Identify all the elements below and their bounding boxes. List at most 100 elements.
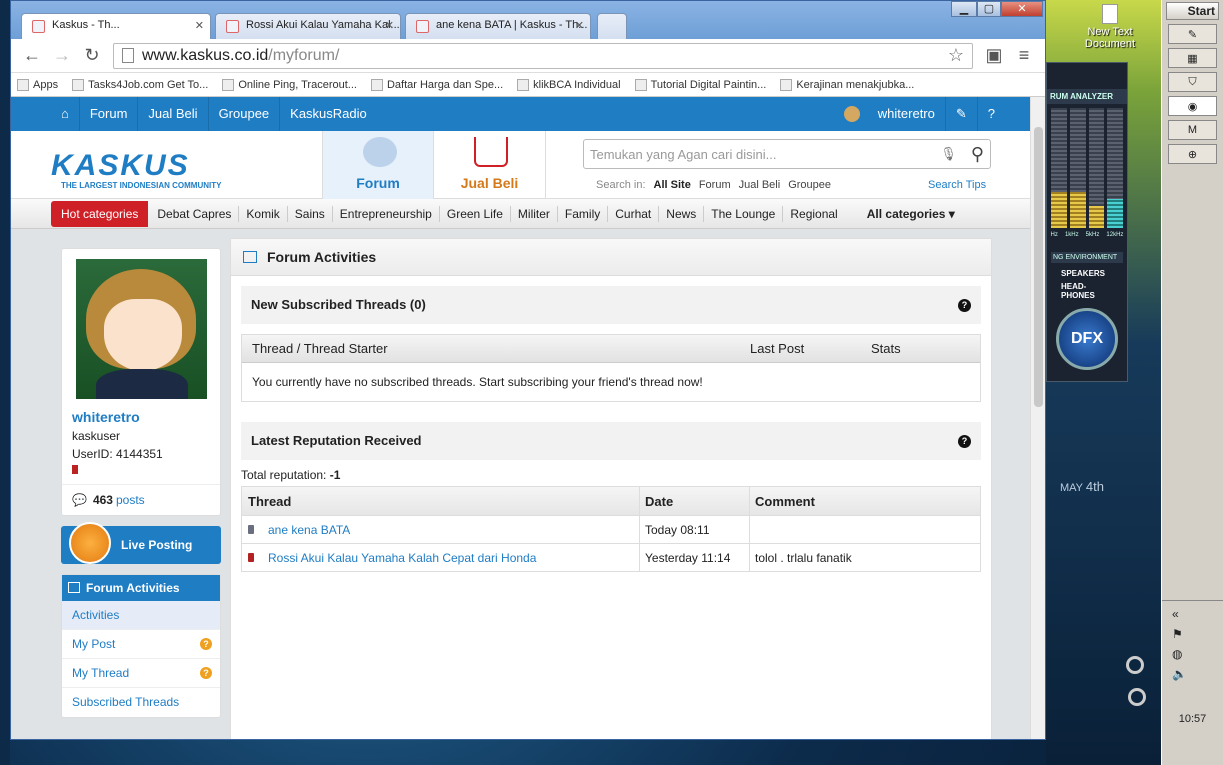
quicklaunch-m-icon[interactable]: M xyxy=(1168,120,1217,140)
kaskus-favicon-icon xyxy=(416,20,429,33)
nav-groupee[interactable]: Groupee xyxy=(209,97,281,131)
maximize-button[interactable]: ▢ xyxy=(977,1,1001,17)
bookmark-item[interactable]: Daftar Harga dan Spe... xyxy=(370,78,503,91)
search-icon[interactable]: ⚲ xyxy=(971,144,984,165)
desktop-left-strip xyxy=(0,0,10,765)
bookmark-item[interactable]: Kerajinan menakjubka... xyxy=(780,78,914,91)
quicklaunch-pencil-icon[interactable]: ✎ xyxy=(1168,24,1217,44)
bookmark-item[interactable]: Online Ping, Tracerout... xyxy=(222,78,357,91)
browser-tab[interactable]: ane kena BATA | Kaskus - Th... ✕ xyxy=(405,13,591,39)
nav-kaskusradio[interactable]: KaskusRadio xyxy=(280,97,377,131)
tab-close-icon[interactable]: ✕ xyxy=(195,19,204,32)
analyzer-bar xyxy=(1107,108,1123,228)
tray-expand-icon[interactable]: « xyxy=(1172,607,1213,621)
back-arrow-icon[interactable]: ← xyxy=(17,45,47,66)
category-link[interactable]: Curhat xyxy=(608,205,660,222)
search-scope-allsite[interactable]: All Site xyxy=(654,179,691,191)
all-categories-dropdown[interactable]: All categories ▾ xyxy=(867,207,955,221)
category-link[interactable]: Entrepreneurship xyxy=(333,205,440,222)
quicklaunch-network-icon[interactable]: ⊕ xyxy=(1168,144,1217,164)
nav-jualbeli[interactable]: Jual Beli xyxy=(138,97,209,131)
help-icon[interactable]: ? xyxy=(200,638,212,650)
search-tips-link[interactable]: Search Tips xyxy=(928,179,986,191)
browser-tab[interactable]: Rossi Akui Kalau Yamaha Kal... ✕ xyxy=(215,13,401,39)
main-panel: Forum Activities New Subscribed Threads … xyxy=(230,238,992,739)
search-scope-forum[interactable]: Forum xyxy=(699,179,731,191)
nav-username[interactable]: whiteretro xyxy=(868,97,946,131)
bookmark-item[interactable]: Tasks4Job.com Get To... xyxy=(72,78,208,91)
gear-icon[interactable] xyxy=(1128,688,1146,706)
category-link[interactable]: Militer xyxy=(511,205,558,222)
scrollbar-thumb[interactable] xyxy=(1034,127,1043,407)
volume-icon[interactable]: 🔈 xyxy=(1172,667,1213,681)
tab-close-icon[interactable]: ✕ xyxy=(575,19,584,32)
address-bar[interactable]: www.kaskus.co.id/myforum/ ☆ xyxy=(113,42,973,69)
page-scrollbar[interactable] xyxy=(1030,97,1045,739)
browser-toolbar: ← → ↻ www.kaskus.co.id/myforum/ ☆ ▣ ≡ xyxy=(11,39,1045,73)
bookmark-item[interactable]: klikBCA Individual xyxy=(517,78,621,91)
profile-posts[interactable]: 💬 463 posts xyxy=(62,484,220,515)
search-input[interactable]: Temukan yang Agan cari disini... 🎙 ⚲ xyxy=(583,139,991,169)
category-link[interactable]: Green Life xyxy=(440,205,511,222)
help-icon[interactable]: ? xyxy=(978,97,1005,131)
category-link[interactable]: Komik xyxy=(239,205,288,222)
quicklaunch-app-icon[interactable]: ▦ xyxy=(1168,48,1217,68)
header-tab-jualbeli[interactable]: Jual Beli xyxy=(434,131,546,199)
system-tray: « ⚑ ◍ 🔈 10:57 xyxy=(1162,600,1223,765)
menu-item-subscribed[interactable]: Subscribed Threads xyxy=(62,688,220,717)
clock[interactable]: 10:57 xyxy=(1162,713,1223,725)
menu-icon[interactable]: ≡ xyxy=(1009,45,1039,66)
bookmark-star-icon[interactable]: ☆ xyxy=(948,45,964,66)
hot-categories-label[interactable]: Hot categories xyxy=(51,200,149,227)
category-link[interactable]: Family xyxy=(558,205,609,222)
category-link[interactable]: Regional xyxy=(783,206,844,222)
category-link[interactable]: The Lounge xyxy=(704,205,784,222)
bookmark-apps[interactable]: Apps xyxy=(17,78,58,91)
new-tab-button[interactable] xyxy=(597,13,627,39)
flag-icon[interactable]: ⚑ xyxy=(1172,627,1213,641)
live-posting-button[interactable]: Live Posting xyxy=(61,522,221,564)
tab-close-icon[interactable]: ✕ xyxy=(385,19,394,32)
category-link[interactable]: News xyxy=(659,205,705,222)
dfx-logo[interactable]: DFX xyxy=(1056,308,1118,370)
menu-item-mypost[interactable]: My Post? xyxy=(62,630,220,659)
profile-username[interactable]: whiteretro xyxy=(72,409,210,425)
category-link[interactable]: Sains xyxy=(288,205,333,222)
search-scope-jualbeli[interactable]: Jual Beli xyxy=(739,179,781,191)
menu-item-activities[interactable]: Activities xyxy=(62,601,220,630)
thread-link[interactable]: Rossi Akui Kalau Yamaha Kalah Cepat dari… xyxy=(268,551,536,565)
help-icon[interactable]: ? xyxy=(958,435,971,448)
thread-link[interactable]: ane kena BATA xyxy=(268,523,350,537)
extension-icon[interactable]: ▣ xyxy=(979,45,1009,66)
gear-icon[interactable] xyxy=(1126,656,1144,674)
browser-tab[interactable]: Kaskus - Th... ✕ xyxy=(21,13,211,39)
start-button[interactable]: Start xyxy=(1166,2,1219,20)
pencil-icon[interactable]: ✎ xyxy=(946,97,978,131)
category-link[interactable]: Debat Capres xyxy=(150,205,240,222)
desktop-icon-new-text-document[interactable]: New Text Document xyxy=(1080,4,1140,50)
reload-icon[interactable]: ↻ xyxy=(77,45,107,66)
network-icon[interactable]: ◍ xyxy=(1172,647,1213,661)
minimize-button[interactable]: ▁ xyxy=(951,1,977,17)
total-reputation: Total reputation: -1 xyxy=(241,468,981,482)
menu-item-mythread[interactable]: My Thread? xyxy=(62,659,220,688)
help-icon[interactable]: ? xyxy=(958,299,971,312)
forward-arrow-icon[interactable]: → xyxy=(47,45,77,66)
help-icon[interactable]: ? xyxy=(200,667,212,679)
quicklaunch-shield-icon[interactable]: ⛉ xyxy=(1168,72,1217,92)
search-scope: Search in: All Site Forum Jual Beli Grou… xyxy=(596,179,831,191)
microphone-icon[interactable]: 🎙 xyxy=(940,146,957,162)
day-label: 4th xyxy=(1085,479,1104,494)
user-avatar-small[interactable] xyxy=(843,106,860,122)
home-icon[interactable]: ⌂ xyxy=(51,97,80,131)
kaskus-logo[interactable]: KASKUS xyxy=(51,149,190,183)
speakers-label[interactable]: SPEAKERS xyxy=(1047,267,1127,280)
headphones-label[interactable]: HEAD-PHONES xyxy=(1047,280,1127,302)
search-scope-groupee[interactable]: Groupee xyxy=(788,179,831,191)
header-tab-forum[interactable]: Forum xyxy=(322,131,434,199)
bookmark-item[interactable]: Tutorial Digital Paintin... xyxy=(634,78,766,91)
nav-forum[interactable]: Forum xyxy=(80,97,139,131)
avatar[interactable] xyxy=(75,259,207,399)
close-window-button[interactable]: ✕ xyxy=(1001,1,1043,17)
quicklaunch-chrome-icon[interactable]: ◉ xyxy=(1168,96,1217,116)
